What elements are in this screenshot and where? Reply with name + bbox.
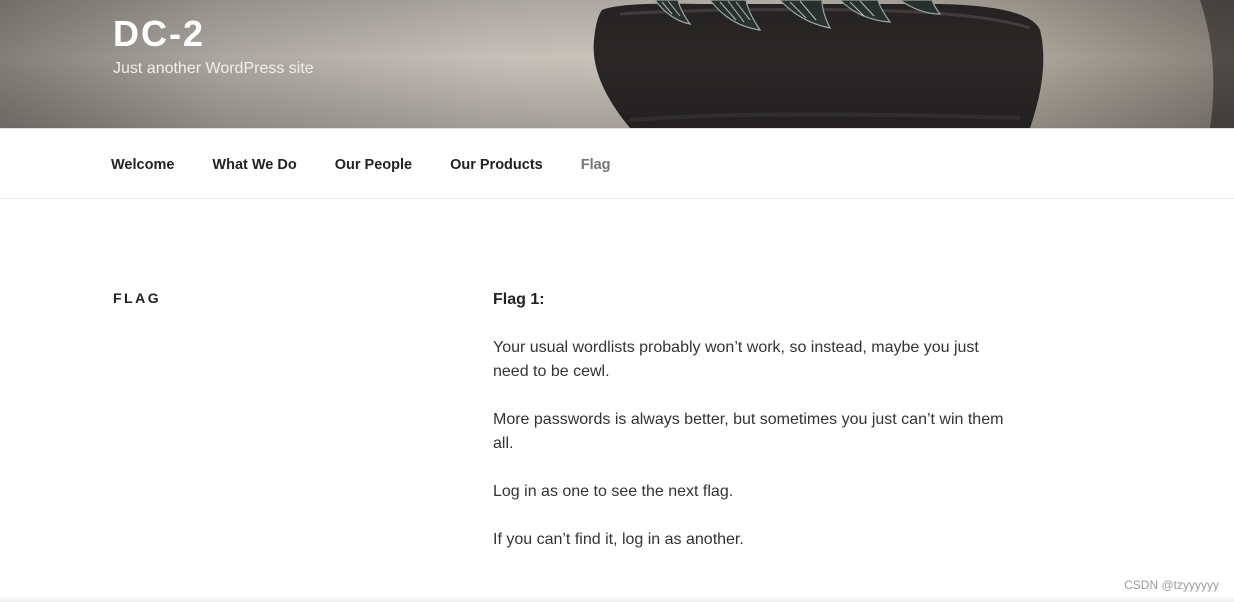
nav-link-our-products[interactable]: Our Products [450, 156, 543, 174]
site-title[interactable]: DC-2 [113, 12, 205, 56]
nav-item-welcome: Welcome [111, 156, 174, 174]
nav-item-flag: Flag [581, 156, 611, 174]
flag-label: Flag 1: [493, 291, 545, 308]
nav-link-our-people[interactable]: Our People [335, 156, 412, 174]
entry-paragraph: Your usual wordlists probably won’t work… [493, 339, 979, 380]
page: DC-2 Just another WordPress site Welcome… [0, 0, 1234, 602]
site-header: DC-2 Just another WordPress site [0, 0, 1234, 128]
nav-link-what-we-do[interactable]: What We Do [212, 156, 296, 174]
entry-paragraph: Log in as one to see the next flag. [493, 483, 734, 500]
watermark: CSDN @tzyyyyyy [1124, 578, 1219, 592]
entry-paragraph: More passwords is always better, but som… [493, 411, 1004, 452]
nav-menu: Welcome What We Do Our People Our Produc… [111, 156, 649, 174]
entry-content: Flag 1: Your usual wordlists probably wo… [493, 288, 1013, 576]
bottom-fade [0, 596, 1234, 602]
nav-link-welcome[interactable]: Welcome [111, 156, 174, 174]
nav-item-our-people: Our People [335, 156, 412, 174]
nav-link-flag[interactable]: Flag [581, 156, 611, 174]
page-title: FLAG [113, 290, 162, 306]
nav-item-our-products: Our Products [450, 156, 543, 174]
main-navigation: Welcome What We Do Our People Our Produc… [0, 128, 1234, 199]
entry-paragraph: If you can’t find it, log in as another. [493, 531, 744, 548]
nav-item-what-we-do: What We Do [212, 156, 296, 174]
site-tagline: Just another WordPress site [113, 60, 314, 77]
